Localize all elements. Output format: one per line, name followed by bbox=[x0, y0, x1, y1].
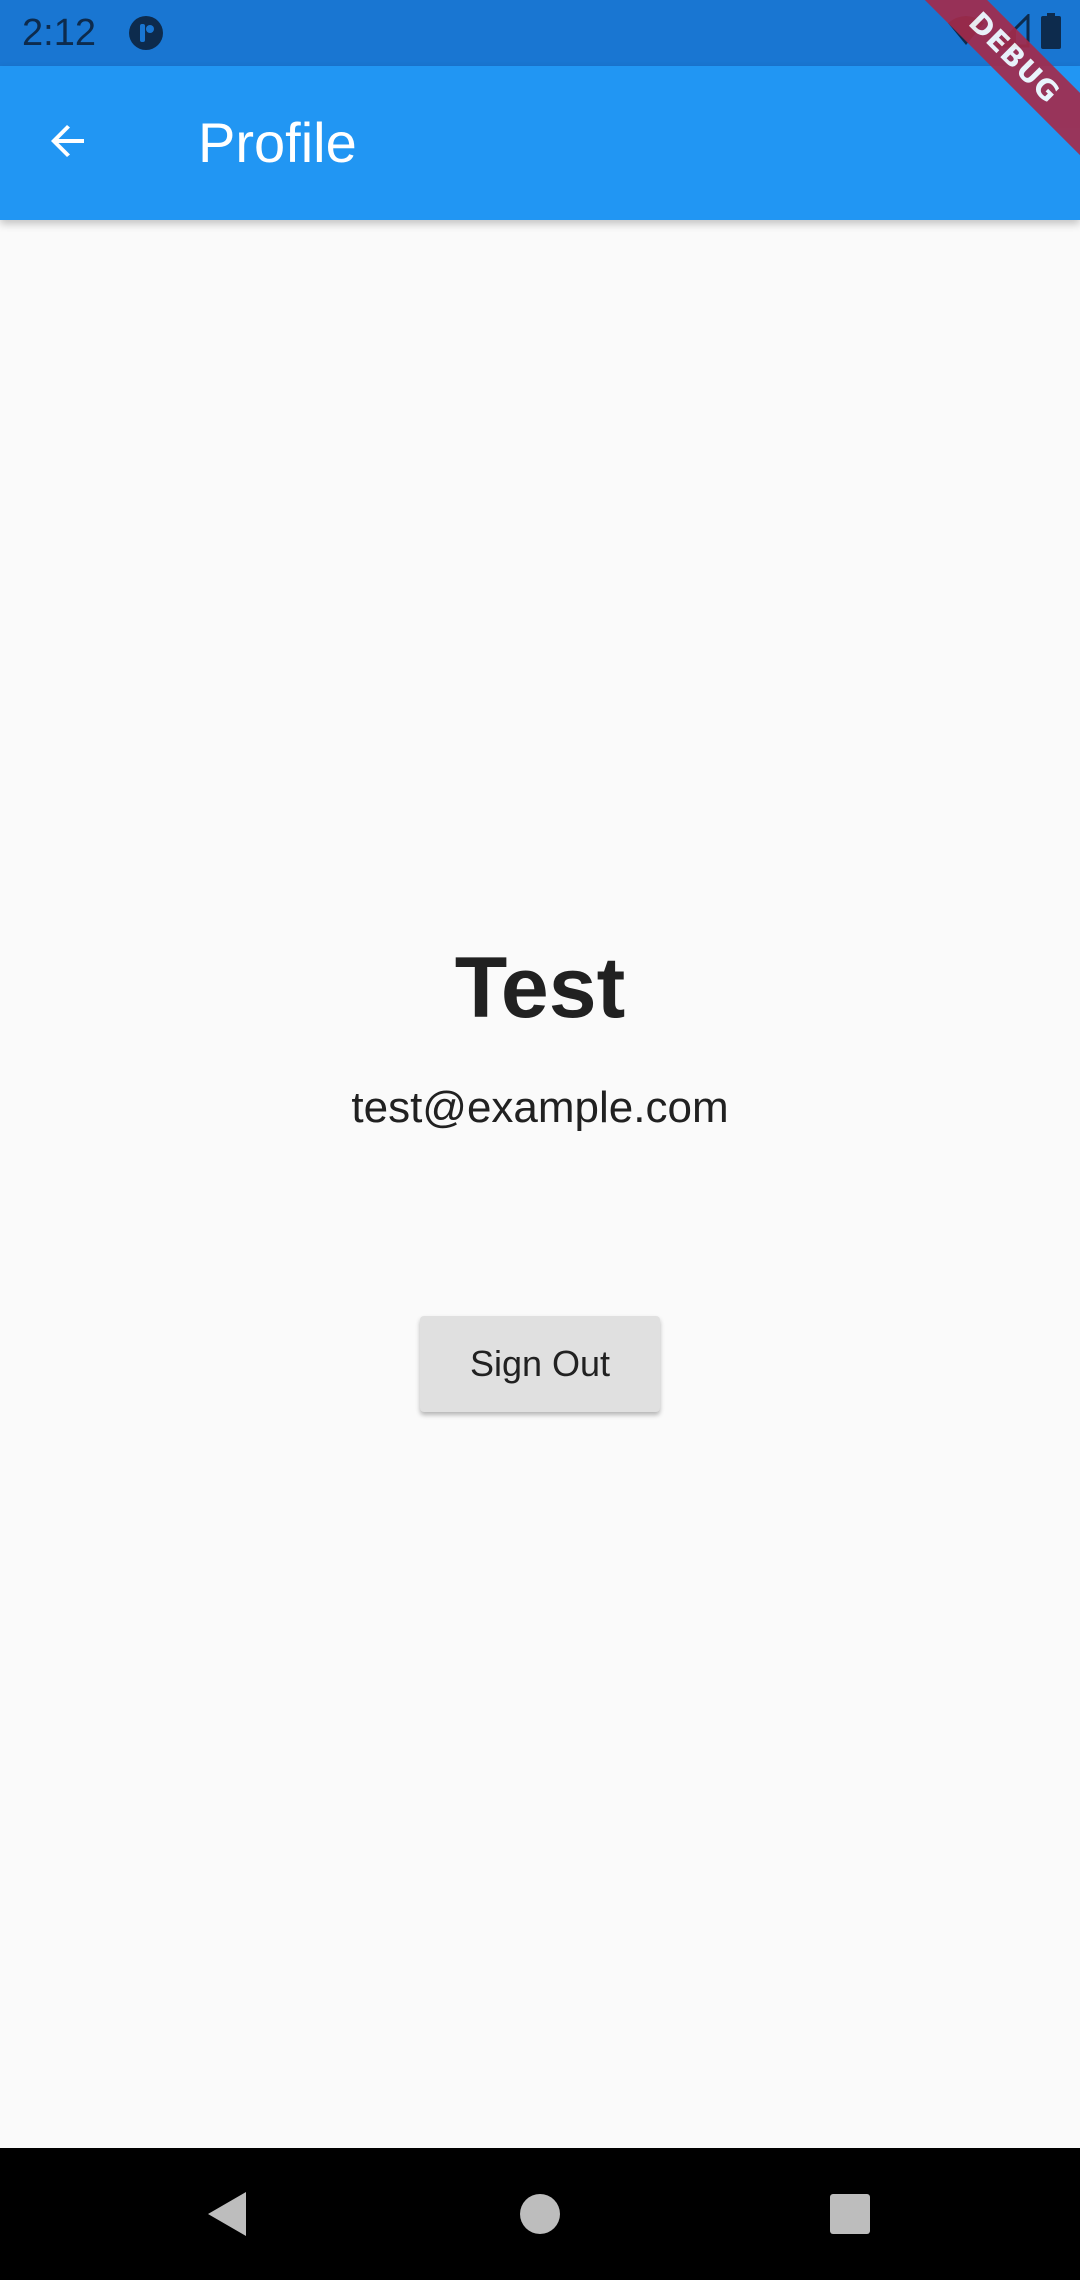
back-button[interactable] bbox=[22, 97, 114, 189]
page-title: Profile bbox=[198, 111, 357, 174]
profile-content: Test test@example.com Sign Out bbox=[0, 220, 1080, 2148]
arrow-back-icon bbox=[44, 117, 92, 170]
wifi-icon bbox=[946, 15, 986, 52]
signal-icon bbox=[994, 11, 1030, 53]
app-notification-icon bbox=[128, 15, 164, 51]
battery-icon bbox=[1040, 12, 1062, 54]
nav-recents-icon[interactable] bbox=[830, 2194, 870, 2234]
status-bar: 2:12 bbox=[0, 0, 1080, 66]
nav-home-icon[interactable] bbox=[520, 2194, 560, 2234]
app-bar: Profile bbox=[0, 66, 1080, 220]
status-icons bbox=[946, 11, 1062, 54]
status-time: 2:12 bbox=[22, 12, 96, 54]
profile-name: Test bbox=[454, 940, 626, 1036]
system-navigation-bar bbox=[0, 2148, 1080, 2280]
nav-back-icon[interactable] bbox=[204, 2190, 250, 2238]
sign-out-button[interactable]: Sign Out bbox=[420, 1316, 660, 1412]
profile-email: test@example.com bbox=[351, 1083, 729, 1132]
